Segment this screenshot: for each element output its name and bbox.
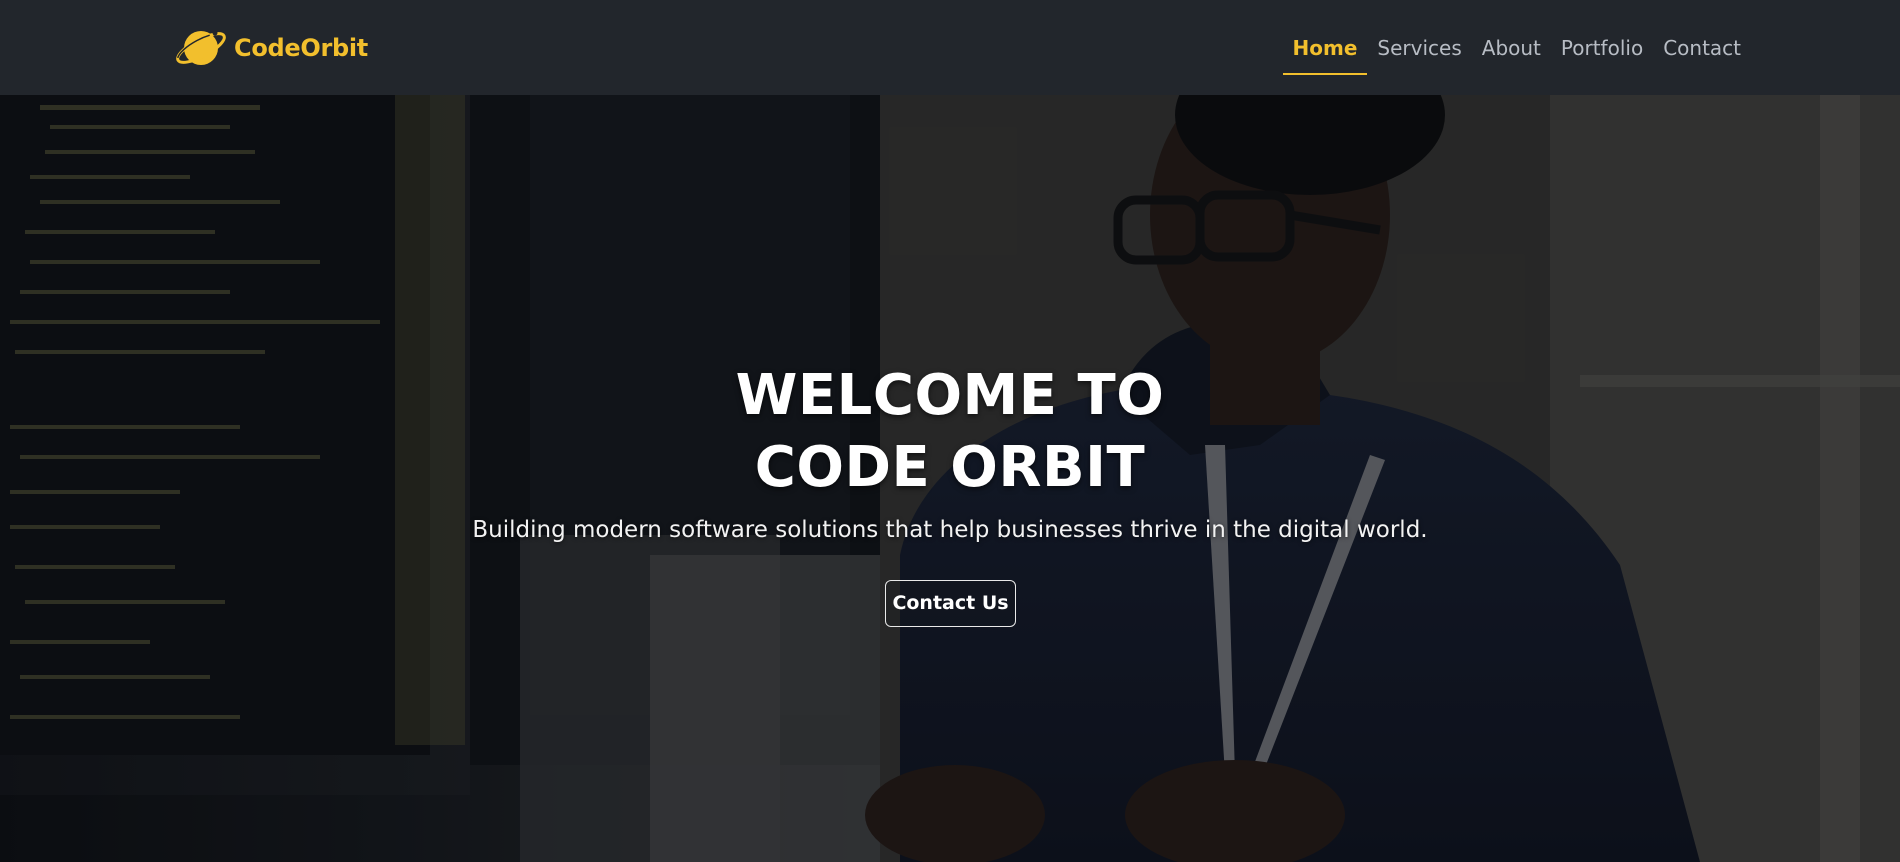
hero-title-line-2: CODE ORBIT (754, 435, 1146, 500)
hero-title: WELCOME TO CODE ORBIT (0, 360, 1900, 504)
main-nav: Home Services About Portfolio Contact (1282, 0, 1751, 95)
navbar: CodeOrbit Home Services About Portfolio … (0, 0, 1900, 95)
brand-name: CodeOrbit (234, 34, 368, 62)
hero-subtitle: Building modern software solutions that … (472, 517, 1428, 543)
planet-icon (176, 30, 226, 65)
nav-item-contact[interactable]: Contact (1653, 0, 1751, 95)
brand-link[interactable]: CodeOrbit (174, 24, 368, 72)
hero-content: WELCOME TO CODE ORBIT Building modern so… (0, 95, 1900, 862)
hero-section: WELCOME TO CODE ORBIT Building modern so… (0, 95, 1900, 862)
nav-item-about[interactable]: About (1472, 0, 1551, 95)
nav-item-portfolio[interactable]: Portfolio (1551, 0, 1653, 95)
contact-us-button[interactable]: Contact Us (885, 580, 1016, 627)
hero-title-line-1: WELCOME TO (735, 363, 1165, 428)
nav-item-home[interactable]: Home (1282, 0, 1368, 95)
nav-item-services[interactable]: Services (1367, 0, 1471, 95)
